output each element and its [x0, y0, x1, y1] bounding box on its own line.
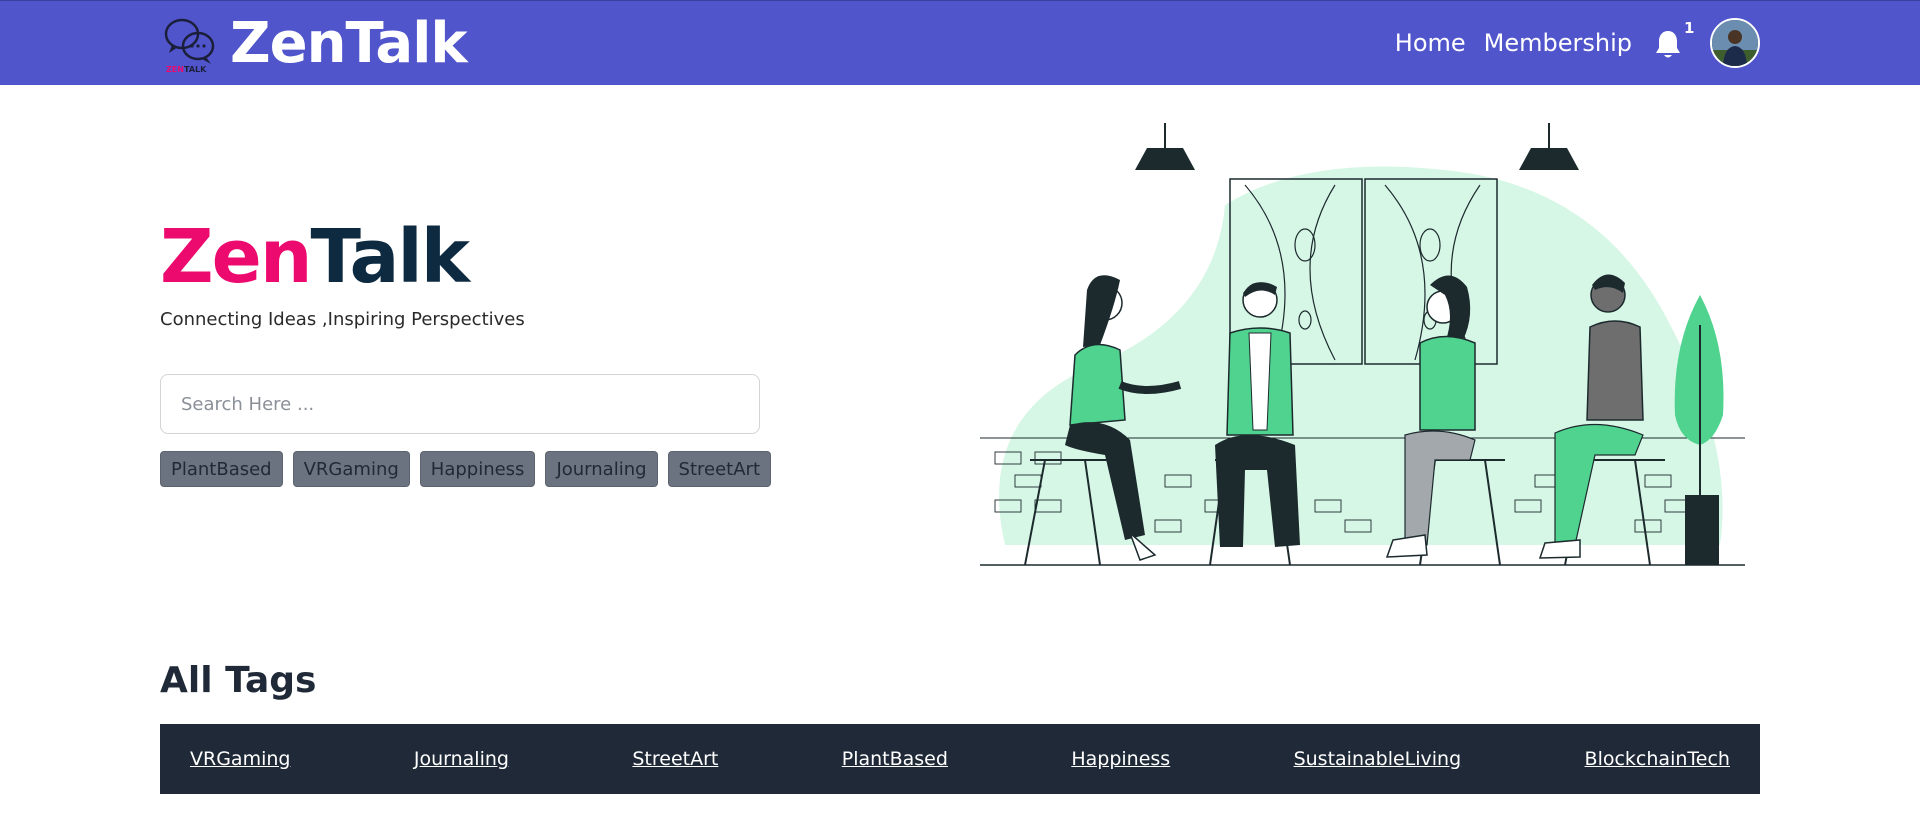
hero-illustration	[975, 115, 1755, 575]
user-avatar[interactable]	[1710, 18, 1760, 68]
tag-chip-streetart[interactable]: StreetArt	[667, 451, 771, 487]
tag-link-happiness[interactable]: Happiness	[1071, 748, 1170, 770]
logo-text-zen: ZEN	[166, 65, 184, 74]
tag-link-streetart[interactable]: StreetArt	[632, 748, 718, 770]
hero-title: ZenTalk	[160, 220, 470, 294]
tag-link-journaling[interactable]: Journaling	[414, 748, 509, 770]
hero-title-zen: Zen	[160, 214, 313, 300]
tag-link-sustainableliving[interactable]: SustainableLiving	[1294, 748, 1462, 770]
bell-icon	[1656, 31, 1680, 58]
nav-links: Home Membership 1	[1395, 15, 1760, 71]
tag-link-blockchaintech[interactable]: BlockchainTech	[1585, 748, 1730, 770]
tag-chip-happiness[interactable]: Happiness	[419, 451, 536, 487]
chat-bubbles-logo-icon: ZEN TALK	[162, 14, 218, 74]
tag-chip-plantbased[interactable]: PlantBased	[160, 451, 283, 487]
nav-link-home[interactable]: Home	[1395, 29, 1466, 57]
search-input[interactable]	[160, 374, 760, 434]
navbar: ZEN TALK ZenTalk Home Membership 1	[0, 0, 1920, 85]
tag-chip-journaling[interactable]: Journaling	[545, 451, 658, 487]
tag-link-plantbased[interactable]: PlantBased	[842, 748, 948, 770]
hero-subtitle: Connecting Ideas ,Inspiring Perspectives	[160, 309, 525, 330]
nav-link-membership[interactable]: Membership	[1484, 29, 1632, 57]
all-tags-bar: VRGaming Journaling StreetArt PlantBased…	[160, 724, 1760, 794]
hero-title-talk: Talk	[310, 214, 470, 300]
brand-name: ZenTalk	[230, 11, 468, 76]
brand[interactable]: ZEN TALK ZenTalk	[162, 11, 468, 76]
all-tags-heading: All Tags	[160, 660, 317, 701]
notification-button[interactable]: 1	[1654, 19, 1694, 61]
tag-link-vrgaming[interactable]: VRGaming	[190, 748, 290, 770]
logo-text-talk: TALK	[184, 65, 207, 74]
tag-chip-vrgaming[interactable]: VRGaming	[292, 451, 410, 487]
notification-count: 1	[1684, 19, 1695, 37]
popular-tags: PlantBased VRGaming Happiness Journaling…	[160, 451, 781, 487]
